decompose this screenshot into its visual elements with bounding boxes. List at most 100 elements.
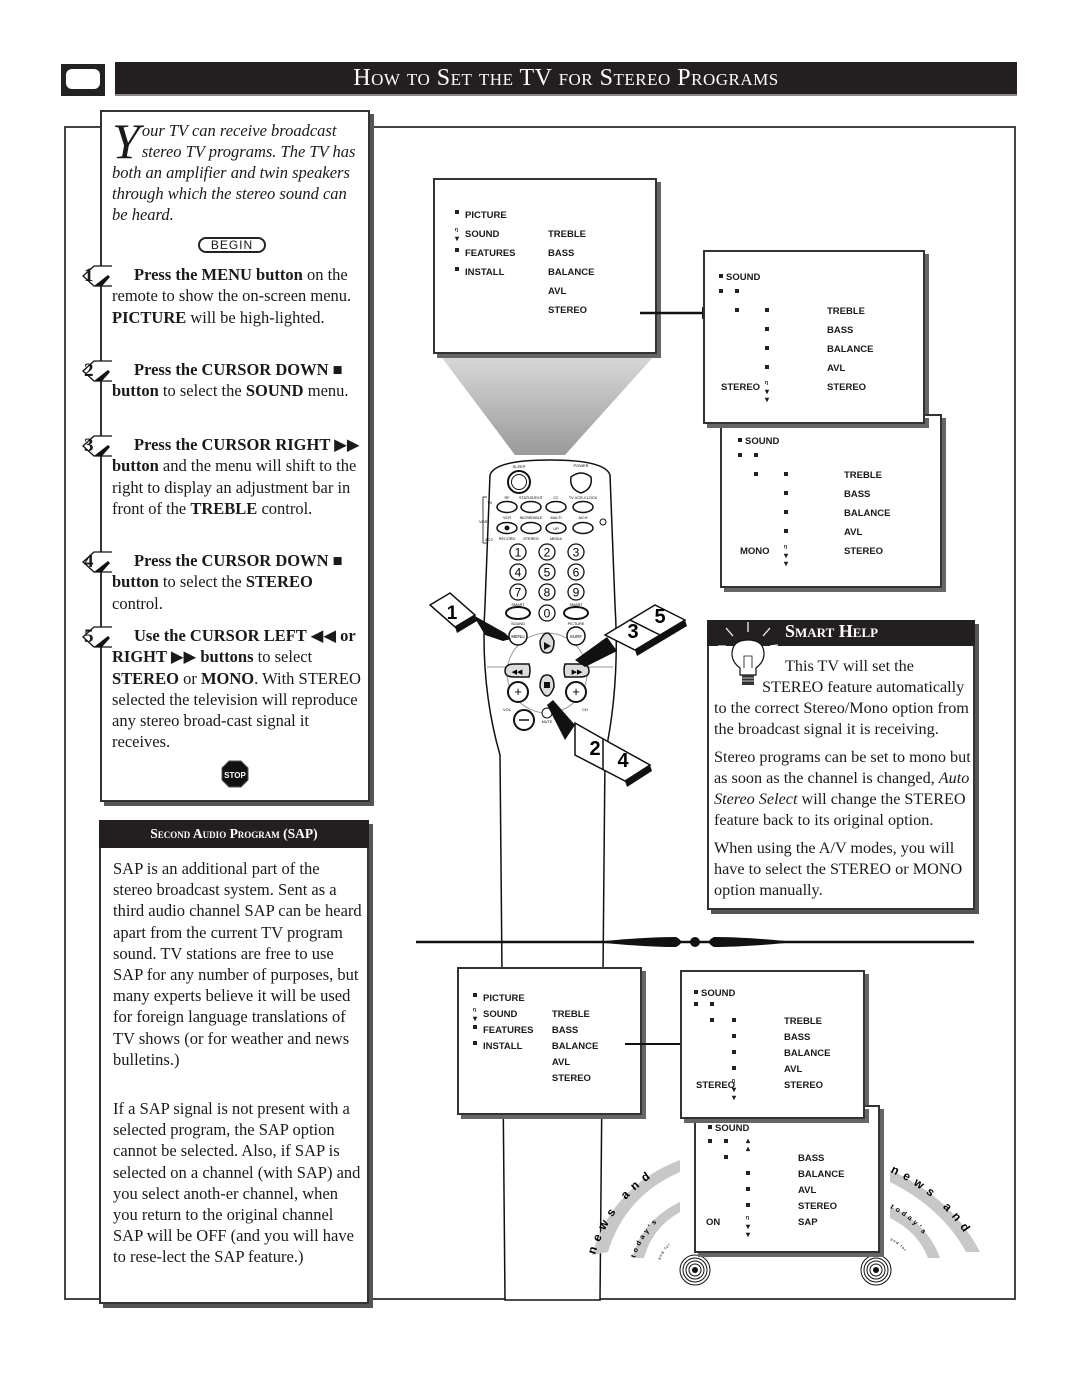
svg-text:4: 4: [617, 750, 629, 772]
menu-item-bass: BASS: [798, 1153, 825, 1164]
step-number: 4: [84, 551, 94, 572]
menu-item-balance: BALANCE: [784, 1048, 831, 1059]
menu-title-sound: SOUND: [745, 436, 780, 447]
menu-bullet-icon: [694, 990, 698, 994]
menu-value-stereo: STEREO: [721, 382, 761, 393]
digit-label: 1: [515, 546, 522, 560]
submenu-item-avl: AVL: [551, 1057, 571, 1068]
stop-label: STOP: [224, 771, 246, 780]
menu-bullet-icon: [708, 1125, 712, 1129]
menu-item-bass: BASS: [827, 325, 854, 336]
svg-text:+: +: [572, 684, 580, 699]
svg-text:RF: RF: [504, 496, 510, 500]
submenu-item-stereo: STEREO: [548, 305, 588, 316]
menu-bullet-icon: [738, 453, 742, 457]
menu-bullet-icon: [765, 327, 769, 331]
menu-bullet-icon: [746, 1187, 750, 1191]
digit-label: 5: [544, 566, 551, 580]
step-number: 2: [84, 360, 94, 381]
menu-bullet-icon: [710, 1002, 714, 1006]
begin-badge: BEGIN: [198, 237, 266, 253]
menu-bullet-icon: [738, 438, 742, 442]
menu-bullet-icon: [735, 308, 739, 312]
menu-bullet-icon: [724, 1155, 728, 1159]
menu-bullet-icon: [473, 993, 477, 997]
step-number: 3: [84, 435, 94, 456]
svg-text:UP: UP: [553, 526, 559, 531]
menu-updown-arrow-icon: ᵑ ▾: [473, 1006, 478, 1023]
projection-beam: [440, 355, 655, 455]
step-2-text: Press the CURSOR DOWN ■ button to select…: [112, 360, 349, 401]
arc-text-and-for-right: and for: [890, 1237, 908, 1253]
menu-bullet-icon: [732, 1066, 736, 1070]
menu-item-sap: SAP: [798, 1217, 818, 1228]
menu-item-features: FEATURES: [483, 1025, 534, 1036]
menu-overlap: [703, 414, 925, 424]
digit-label: 8: [544, 586, 551, 600]
main-menu-screen: PICTURE ᵑ ▾ SOUND FEATURES INSTALL TREBLE BASS B…: [433, 178, 657, 354]
menu-overlap-bottom: [680, 1105, 865, 1119]
svg-text:5: 5: [654, 606, 665, 628]
svg-text:VCR: VCR: [503, 516, 511, 520]
svg-text:A/CH: A/CH: [578, 516, 587, 520]
menu-bullet-icon: [765, 308, 769, 312]
digit-label: 2: [544, 546, 551, 560]
incredible-stereo-button: [520, 521, 542, 535]
menu-item-treble: TREBLE: [784, 1016, 822, 1027]
menu-item-avl: AVL: [827, 363, 846, 374]
menu-item-install: INSTALL: [465, 267, 505, 278]
digit-label: 6: [573, 566, 580, 580]
tv-icon: [61, 64, 105, 96]
step-4-text: Press the CURSOR DOWN ■ button to select…: [112, 551, 343, 613]
menu-item-stereo: STEREO: [798, 1201, 838, 1212]
menu-bullet-icon: [754, 453, 758, 457]
menu-title-sound: SOUND: [701, 988, 736, 999]
menu-bullet-icon: [694, 1002, 698, 1006]
digit-label: 9: [573, 586, 580, 600]
menu-bullet-icon: [746, 1203, 750, 1207]
main-menu-screen-bottom: PICTURE ᵑ ▾ SOUND FEATURES INSTALL TREBLE BASS B…: [457, 967, 642, 1115]
menu-bullet-icon: [784, 472, 788, 476]
menu-bullet-icon: [732, 1018, 736, 1022]
smart-help-para-1: to the correct Stereo/Mono option from t…: [714, 699, 969, 738]
rf-button: [496, 500, 518, 514]
acc-mode-label: ACC: [485, 537, 494, 542]
speaker-icon-right: [860, 1254, 892, 1286]
svg-text:▶▶: ▶▶: [572, 669, 583, 676]
digit-label: 3: [573, 546, 580, 560]
menu-bullet-icon: [784, 529, 788, 533]
sound-menu-sap-screen: SOUND ▴ ▴ BASS BALANCE AVL STEREO ᵑ ▾ ▾ ON SAP: [694, 1105, 880, 1253]
smart-help-para-2: Stereo programs can be set to mono but a…: [714, 748, 971, 829]
menu-bullet-icon: [719, 274, 723, 278]
menu-updown-arrow-icon: ᵑ ▾ ▾: [746, 1214, 751, 1239]
svg-text:SOUND: SOUND: [511, 622, 525, 626]
menu-bullet-icon: [732, 1050, 736, 1054]
sap-title: Second Audio Program (SAP): [99, 820, 369, 848]
menu-item-sound: SOUND: [465, 229, 500, 240]
sap-paragraph-1: SAP is an additional part of the stereo …: [113, 859, 362, 1069]
sound-menu-stereo-screen: SOUND TREBLE BASS BALANCE AVL ᵑ ▾ ▾ STEREO STEREO: [703, 250, 925, 422]
menu-bullet-icon: [710, 1018, 714, 1022]
menu-bullet-icon: [708, 1139, 712, 1143]
digit-label: 0: [544, 607, 551, 621]
svg-text:and for: and for: [656, 1241, 671, 1260]
menu-item-install: INSTALL: [483, 1041, 523, 1052]
menu-item-balance: BALANCE: [844, 508, 891, 519]
page-title: How to Set the TV for Stereo Programs: [353, 64, 779, 91]
tv-mode-label: TV: [487, 500, 492, 505]
svg-text:MULTI: MULTI: [550, 516, 561, 520]
step-number-badge: 3: [82, 435, 125, 457]
svg-text:RECORD: RECORD: [499, 537, 516, 541]
submenu-item-avl: AVL: [548, 286, 567, 297]
svg-text:VOL: VOL: [503, 707, 512, 712]
tv-vcr-clock-button: [572, 500, 594, 514]
smart-help-line-2: STEREO feature automatically: [762, 678, 965, 696]
menu-bullet-icon: [765, 346, 769, 350]
submenu-item-bass: BASS: [548, 248, 575, 259]
menu-bullet-icon: [455, 248, 459, 252]
smart-picture-button: [563, 606, 589, 620]
menu-bullet-icon: [784, 510, 788, 514]
menu-bullet-icon: [746, 1171, 750, 1175]
power-label: POWER: [573, 463, 588, 468]
menu-value-stereo: STEREO: [696, 1080, 736, 1091]
